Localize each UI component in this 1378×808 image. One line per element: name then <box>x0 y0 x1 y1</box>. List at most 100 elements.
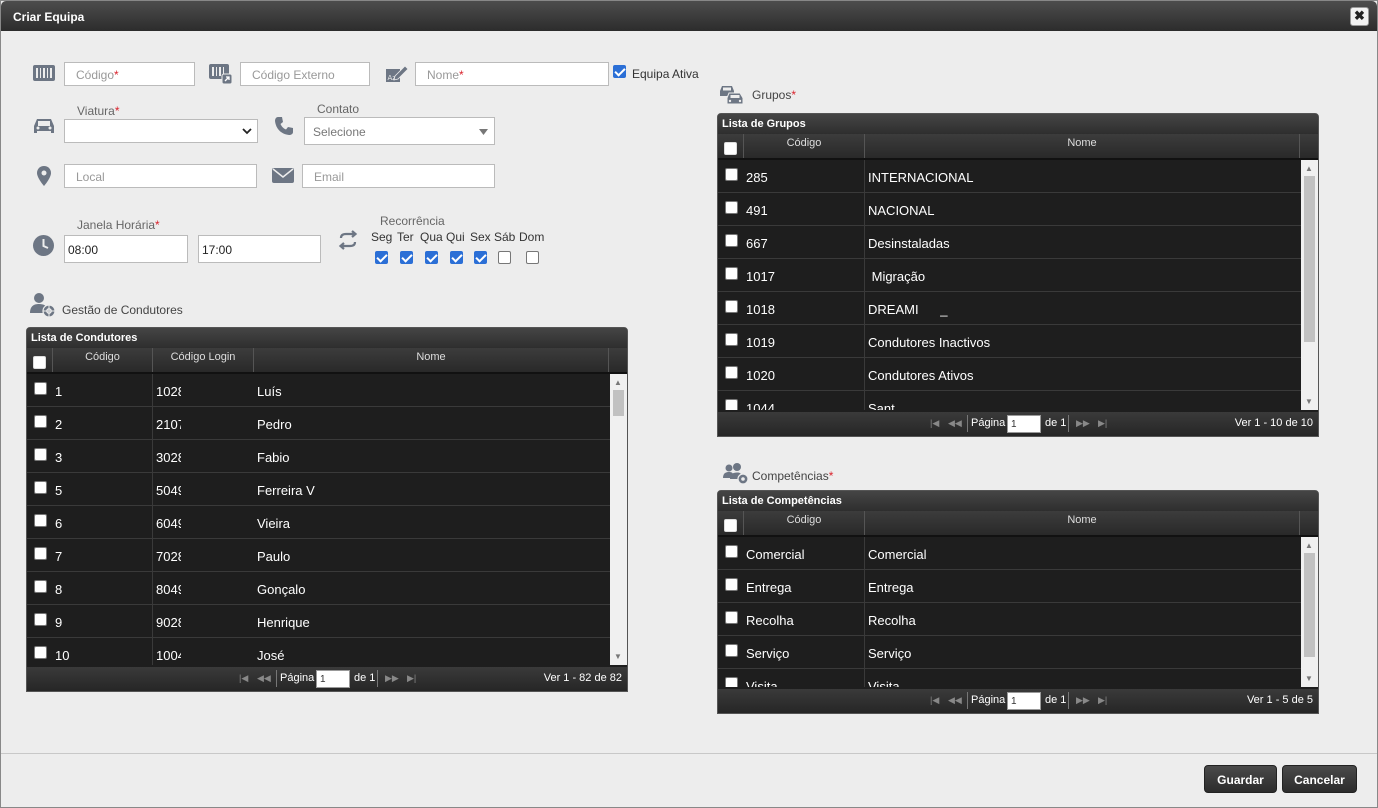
scroll-up-icon[interactable]: ▲ <box>614 378 622 387</box>
row-checkbox[interactable] <box>725 201 738 214</box>
table-row[interactable]: 22107 Pedro <box>27 407 627 440</box>
row-checkbox[interactable] <box>725 234 738 247</box>
row-checkbox[interactable] <box>725 644 738 657</box>
page-number-input[interactable]: 1 <box>1007 692 1041 710</box>
row-checkbox[interactable] <box>34 613 47 626</box>
vertical-scrollbar[interactable]: ▲ ▼ <box>610 374 627 665</box>
row-checkbox[interactable] <box>725 300 738 313</box>
day-checkbox-sex[interactable] <box>474 251 487 264</box>
cancelar-button[interactable]: Cancelar <box>1282 765 1357 793</box>
hora-inicio-input[interactable]: 08:00 <box>64 235 188 263</box>
col-header-nome[interactable]: Nome <box>254 348 609 372</box>
contato-select[interactable]: Selecione <box>304 117 495 145</box>
table-row[interactable]: Visita Visita <box>718 669 1318 687</box>
table-row[interactable]: 66049 Vieira <box>27 506 627 539</box>
row-checkbox[interactable] <box>725 611 738 624</box>
table-row[interactable]: Serviço Serviço <box>718 636 1318 669</box>
equipa-ativa-checkbox[interactable] <box>613 65 626 78</box>
col-header-nome[interactable]: Nome <box>865 511 1300 535</box>
day-checkbox-sab[interactable] <box>498 251 511 264</box>
table-row[interactable]: Comercial Comercial <box>718 537 1318 570</box>
first-page-icon[interactable]: |◀ <box>930 695 939 706</box>
scroll-down-icon[interactable]: ▼ <box>614 652 622 661</box>
table-row[interactable]: 1044 Sant <box>718 391 1318 410</box>
row-checkbox[interactable] <box>725 267 738 280</box>
table-row[interactable]: 1019 Condutores Inactivos <box>718 325 1318 358</box>
row-checkbox[interactable] <box>34 382 47 395</box>
row-checkbox[interactable] <box>725 677 738 687</box>
table-row[interactable]: 285 INTERNACIONAL <box>718 160 1318 193</box>
prev-page-icon[interactable]: ◀◀ <box>257 673 271 684</box>
last-page-icon[interactable]: ▶| <box>1098 418 1107 429</box>
row-checkbox[interactable] <box>725 168 738 181</box>
row-checkbox[interactable] <box>34 415 47 428</box>
row-checkbox[interactable] <box>725 366 738 379</box>
col-header-codigo[interactable]: Código <box>744 511 865 535</box>
table-row[interactable]: 1018 DREAMI _ <box>718 292 1318 325</box>
row-checkbox[interactable] <box>725 578 738 591</box>
scroll-thumb[interactable] <box>1304 176 1315 342</box>
row-checkbox[interactable] <box>34 514 47 527</box>
table-row[interactable]: 77028 Paulo <box>27 539 627 572</box>
day-checkbox-seg[interactable] <box>375 251 388 264</box>
page-number-input[interactable]: 1 <box>1007 415 1041 433</box>
scroll-down-icon[interactable]: ▼ <box>1305 397 1313 406</box>
day-checkbox-qua[interactable] <box>425 251 438 264</box>
row-checkbox[interactable] <box>34 481 47 494</box>
select-all-checkbox[interactable] <box>33 356 46 369</box>
nome-input[interactable]: Nome* <box>415 62 609 86</box>
select-all-checkbox[interactable] <box>724 142 737 155</box>
table-row[interactable]: 88049 Gonçalo <box>27 572 627 605</box>
last-page-icon[interactable]: ▶| <box>1098 695 1107 706</box>
scroll-thumb[interactable] <box>1304 553 1315 657</box>
row-checkbox[interactable] <box>725 333 738 346</box>
vertical-scrollbar[interactable]: ▲ ▼ <box>1301 160 1318 410</box>
day-checkbox-dom[interactable] <box>526 251 539 264</box>
row-checkbox[interactable] <box>34 547 47 560</box>
prev-page-icon[interactable]: ◀◀ <box>948 695 962 706</box>
day-checkbox-qui[interactable] <box>450 251 463 264</box>
next-page-icon[interactable]: ▶▶ <box>1076 418 1090 429</box>
hora-fim-input[interactable]: 17:00 <box>198 235 321 263</box>
email-input[interactable]: Email <box>302 164 495 188</box>
table-row[interactable]: 667 Desinstaladas <box>718 226 1318 259</box>
next-page-icon[interactable]: ▶▶ <box>385 673 399 684</box>
col-header-codigo-login[interactable]: Código Login <box>153 348 254 372</box>
row-checkbox[interactable] <box>34 580 47 593</box>
table-row[interactable]: Recolha Recolha <box>718 603 1318 636</box>
first-page-icon[interactable]: |◀ <box>239 673 248 684</box>
select-all-checkbox[interactable] <box>724 519 737 532</box>
scroll-up-icon[interactable]: ▲ <box>1305 164 1313 173</box>
scroll-up-icon[interactable]: ▲ <box>1305 541 1313 550</box>
scroll-down-icon[interactable]: ▼ <box>1305 674 1313 683</box>
row-checkbox[interactable] <box>725 545 738 558</box>
day-checkbox-ter[interactable] <box>400 251 413 264</box>
next-page-icon[interactable]: ▶▶ <box>1076 695 1090 706</box>
table-row[interactable]: 55049 Ferreira V <box>27 473 627 506</box>
page-number-input[interactable]: 1 <box>316 670 350 688</box>
local-input[interactable]: Local <box>64 164 257 188</box>
guardar-button[interactable]: Guardar <box>1204 765 1277 793</box>
prev-page-icon[interactable]: ◀◀ <box>948 418 962 429</box>
codigo-externo-input[interactable]: Código Externo <box>240 62 370 86</box>
table-row[interactable]: 33028 Fabio <box>27 440 627 473</box>
row-checkbox[interactable] <box>725 399 738 410</box>
codigo-field[interactable]: Código* <box>64 62 195 86</box>
col-header-nome[interactable]: Nome <box>865 134 1300 158</box>
col-header-codigo[interactable]: Código <box>744 134 865 158</box>
last-page-icon[interactable]: ▶| <box>407 673 416 684</box>
scroll-thumb[interactable] <box>613 390 624 416</box>
table-row[interactable]: 101004 José <box>27 638 627 665</box>
table-row[interactable]: 1020 Condutores Ativos <box>718 358 1318 391</box>
close-button[interactable]: ✖ <box>1350 7 1369 26</box>
col-header-codigo[interactable]: Código <box>53 348 153 372</box>
row-checkbox[interactable] <box>34 646 47 659</box>
table-row[interactable]: 1017 Migração <box>718 259 1318 292</box>
row-checkbox[interactable] <box>34 448 47 461</box>
table-row[interactable]: Entrega Entrega <box>718 570 1318 603</box>
vertical-scrollbar[interactable]: ▲ ▼ <box>1301 537 1318 687</box>
viatura-select[interactable] <box>64 119 258 143</box>
table-row[interactable]: 491 NACIONAL <box>718 193 1318 226</box>
table-row[interactable]: 99028 Henrique <box>27 605 627 638</box>
first-page-icon[interactable]: |◀ <box>930 418 939 429</box>
